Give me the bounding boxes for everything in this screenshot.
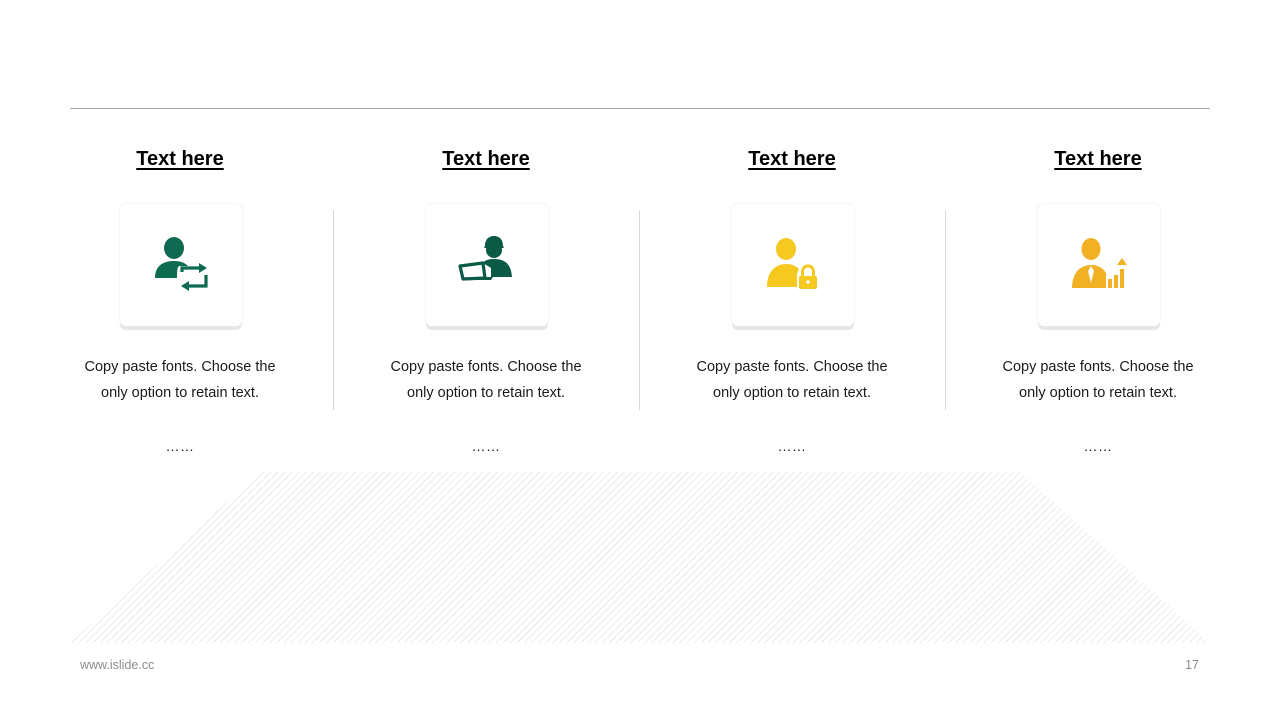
ellipsis-text: …… [165,438,195,454]
column-description: Copy paste fonts. Choose the only option… [672,354,912,406]
page-number: 17 [1185,658,1199,672]
column-description: Copy paste fonts. Choose the only option… [366,354,606,406]
feature-column-3: Text here Copy paste fonts. Choose the o… [672,140,912,470]
column-divider [945,210,946,410]
description-line: Copy paste fonts. Choose the [390,359,582,375]
feature-column-4: Text here Copy paste fonts. Choose the o… [978,140,1218,470]
top-rule [70,108,1210,109]
description-line: Copy paste fonts. Choose the [84,359,276,375]
column-description: Copy paste fonts. Choose the only option… [978,354,1218,406]
column-divider [639,210,640,410]
description-line: only option to retain text. [1019,385,1177,401]
ellipsis-text: …… [1083,438,1113,454]
column-title: Text here [1054,148,1142,170]
description-line: only option to retain text. [407,385,565,401]
ellipsis-text: …… [471,438,501,454]
column-divider [333,210,334,410]
icon-card [426,204,548,326]
column-title: Text here [442,148,530,170]
column-title: Text here [136,148,224,170]
slide: Text here Copy paste fonts. Choose the o… [0,0,1280,720]
icon-card [1038,204,1160,326]
feature-column-2: Text here Copy paste fonts. Choose the o… [366,140,606,470]
icon-card [732,204,854,326]
ellipsis-text: …… [777,438,807,454]
user-laptop-icon [458,236,512,281]
user-sync-icon [155,237,208,291]
user-lock-icon [767,238,817,289]
icon-card [120,204,242,326]
description-line: only option to retain text. [101,385,259,401]
user-growth-chart-icon [1072,238,1127,288]
description-line: Copy paste fonts. Choose the [1002,359,1194,375]
column-title: Text here [748,148,836,170]
feature-column-1: Text here Copy paste fonts. Choose the o… [60,140,300,470]
description-line: Copy paste fonts. Choose the [696,359,888,375]
column-description: Copy paste fonts. Choose the only option… [60,354,300,406]
description-line: only option to retain text. [713,385,871,401]
footer-website: www.islide.cc [80,658,155,672]
